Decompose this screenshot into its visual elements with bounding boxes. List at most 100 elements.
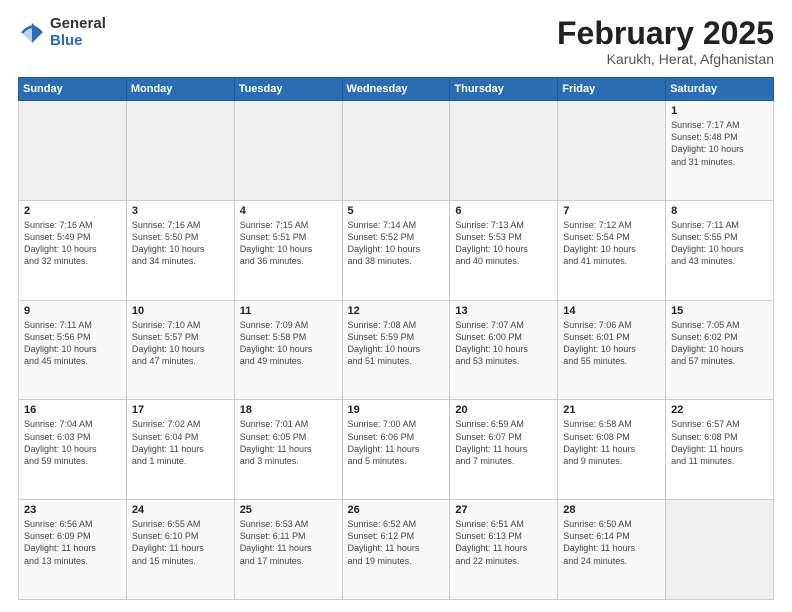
calendar-cell xyxy=(19,101,127,201)
weekday-header-tuesday: Tuesday xyxy=(234,78,342,101)
day-number: 18 xyxy=(240,404,337,416)
day-info: Sunrise: 7:04 AM Sunset: 6:03 PM Dayligh… xyxy=(24,418,121,467)
calendar-cell: 13Sunrise: 7:07 AM Sunset: 6:00 PM Dayli… xyxy=(450,300,558,400)
day-number: 23 xyxy=(24,504,121,516)
calendar-cell xyxy=(666,500,774,600)
day-number: 12 xyxy=(348,305,445,317)
day-info: Sunrise: 6:59 AM Sunset: 6:07 PM Dayligh… xyxy=(455,418,552,467)
day-number: 24 xyxy=(132,504,229,516)
day-number: 7 xyxy=(563,205,660,217)
day-number: 16 xyxy=(24,404,121,416)
day-info: Sunrise: 7:09 AM Sunset: 5:58 PM Dayligh… xyxy=(240,319,337,368)
calendar-cell: 9 Sunrise: 7:11 AM Sunset: 5:56 PM Daylig… xyxy=(19,300,127,400)
calendar-cell: 11 Sunrise: 7:09 AM Sunset: 5:58 PM Dayli… xyxy=(234,300,342,400)
calendar-cell: 16 Sunrise: 7:04 AM Sunset: 6:03 PM Dayli… xyxy=(19,400,127,500)
day-info: Sunrise: 7:05 AM Sunset: 6:02 PM Dayligh… xyxy=(671,319,768,368)
weekday-header-wednesday: Wednesday xyxy=(342,78,450,101)
weekday-header-friday: Friday xyxy=(558,78,666,101)
calendar-page: General Blue February 2025 Karukh, Herat… xyxy=(0,0,792,612)
day-number: 25 xyxy=(240,504,337,516)
day-info: Sunrise: 7:12 AM Sunset: 5:54 PM Dayligh… xyxy=(563,219,660,268)
calendar-cell: 15 Sunrise: 7:05 AM Sunset: 6:02 PM Dayli… xyxy=(666,300,774,400)
day-info: Sunrise: 6:53 AM Sunset: 6:11 PM Dayligh… xyxy=(240,518,337,567)
day-info: Sunrise: 7:00 AM Sunset: 6:06 PM Dayligh… xyxy=(348,418,445,467)
title-block: February 2025 Karukh, Herat, Afghanistan xyxy=(557,16,774,67)
weekday-header-thursday: Thursday xyxy=(450,78,558,101)
day-info: Sunrise: 7:13 AM Sunset: 5:53 PM Dayligh… xyxy=(455,219,552,268)
calendar-cell: 17 Sunrise: 7:02 AM Sunset: 6:04 PM Dayli… xyxy=(126,400,234,500)
day-info: Sunrise: 6:57 AM Sunset: 6:08 PM Dayligh… xyxy=(671,418,768,467)
week-row-3: 9 Sunrise: 7:11 AM Sunset: 5:56 PM Daylig… xyxy=(19,300,774,400)
day-info: Sunrise: 7:11 AM Sunset: 5:56 PM Dayligh… xyxy=(24,319,121,368)
day-info: Sunrise: 6:52 AM Sunset: 6:12 PM Dayligh… xyxy=(348,518,445,567)
day-number: 28 xyxy=(563,504,660,516)
logo-icon xyxy=(18,19,46,47)
calendar-cell: 7 Sunrise: 7:12 AM Sunset: 5:54 PM Daylig… xyxy=(558,200,666,300)
calendar-cell: 20 Sunrise: 6:59 AM Sunset: 6:07 PM Dayli… xyxy=(450,400,558,500)
calendar-cell: 3 Sunrise: 7:16 AM Sunset: 5:50 PM Daylig… xyxy=(126,200,234,300)
calendar-cell: 10 Sunrise: 7:10 AM Sunset: 5:57 PM Dayli… xyxy=(126,300,234,400)
calendar-table: SundayMondayTuesdayWednesdayThursdayFrid… xyxy=(18,77,774,600)
day-info: Sunrise: 6:58 AM Sunset: 6:08 PM Dayligh… xyxy=(563,418,660,467)
day-info: Sunrise: 7:17 AM Sunset: 5:48 PM Dayligh… xyxy=(671,119,768,168)
day-number: 27 xyxy=(455,504,552,516)
day-number: 22 xyxy=(671,404,768,416)
day-number: 3 xyxy=(132,205,229,217)
week-row-2: 2Sunrise: 7:16 AM Sunset: 5:49 PM Daylig… xyxy=(19,200,774,300)
day-info: Sunrise: 7:02 AM Sunset: 6:04 PM Dayligh… xyxy=(132,418,229,467)
day-info: Sunrise: 7:06 AM Sunset: 6:01 PM Dayligh… xyxy=(563,319,660,368)
location-title: Karukh, Herat, Afghanistan xyxy=(557,51,774,67)
weekday-header-row: SundayMondayTuesdayWednesdayThursdayFrid… xyxy=(19,78,774,101)
day-number: 15 xyxy=(671,305,768,317)
day-info: Sunrise: 6:55 AM Sunset: 6:10 PM Dayligh… xyxy=(132,518,229,567)
day-info: Sunrise: 7:15 AM Sunset: 5:51 PM Dayligh… xyxy=(240,219,337,268)
day-info: Sunrise: 7:07 AM Sunset: 6:00 PM Dayligh… xyxy=(455,319,552,368)
week-row-1: 1 Sunrise: 7:17 AM Sunset: 5:48 PM Daylig… xyxy=(19,101,774,201)
weekday-header-monday: Monday xyxy=(126,78,234,101)
calendar-cell: 18 Sunrise: 7:01 AM Sunset: 6:05 PM Dayli… xyxy=(234,400,342,500)
day-info: Sunrise: 7:14 AM Sunset: 5:52 PM Dayligh… xyxy=(348,219,445,268)
day-number: 20 xyxy=(455,404,552,416)
day-info: Sunrise: 7:01 AM Sunset: 6:05 PM Dayligh… xyxy=(240,418,337,467)
calendar-cell: 8 Sunrise: 7:11 AM Sunset: 5:55 PM Daylig… xyxy=(666,200,774,300)
calendar-cell: 25 Sunrise: 6:53 AM Sunset: 6:11 PM Dayli… xyxy=(234,500,342,600)
calendar-cell: 4 Sunrise: 7:15 AM Sunset: 5:51 PM Daylig… xyxy=(234,200,342,300)
calendar-cell: 27 Sunrise: 6:51 AM Sunset: 6:13 PM Dayli… xyxy=(450,500,558,600)
calendar-cell: 5Sunrise: 7:14 AM Sunset: 5:52 PM Daylig… xyxy=(342,200,450,300)
logo-blue-text: Blue xyxy=(50,33,106,50)
day-info: Sunrise: 6:51 AM Sunset: 6:13 PM Dayligh… xyxy=(455,518,552,567)
day-info: Sunrise: 7:10 AM Sunset: 5:57 PM Dayligh… xyxy=(132,319,229,368)
calendar-cell: 6 Sunrise: 7:13 AM Sunset: 5:53 PM Daylig… xyxy=(450,200,558,300)
week-row-5: 23 Sunrise: 6:56 AM Sunset: 6:09 PM Dayli… xyxy=(19,500,774,600)
day-number: 19 xyxy=(348,404,445,416)
calendar-cell: 28 Sunrise: 6:50 AM Sunset: 6:14 PM Dayli… xyxy=(558,500,666,600)
day-number: 9 xyxy=(24,305,121,317)
day-info: Sunrise: 7:11 AM Sunset: 5:55 PM Dayligh… xyxy=(671,219,768,268)
calendar-cell: 26Sunrise: 6:52 AM Sunset: 6:12 PM Dayli… xyxy=(342,500,450,600)
day-number: 11 xyxy=(240,305,337,317)
calendar-cell xyxy=(342,101,450,201)
day-number: 1 xyxy=(671,105,768,117)
day-info: Sunrise: 6:56 AM Sunset: 6:09 PM Dayligh… xyxy=(24,518,121,567)
calendar-cell xyxy=(126,101,234,201)
day-number: 21 xyxy=(563,404,660,416)
calendar-cell: 24 Sunrise: 6:55 AM Sunset: 6:10 PM Dayli… xyxy=(126,500,234,600)
week-row-4: 16 Sunrise: 7:04 AM Sunset: 6:03 PM Dayli… xyxy=(19,400,774,500)
calendar-cell: 21 Sunrise: 6:58 AM Sunset: 6:08 PM Dayli… xyxy=(558,400,666,500)
calendar-cell: 2Sunrise: 7:16 AM Sunset: 5:49 PM Daylig… xyxy=(19,200,127,300)
day-info: Sunrise: 7:16 AM Sunset: 5:50 PM Dayligh… xyxy=(132,219,229,268)
logo: General Blue xyxy=(18,16,106,49)
day-info: Sunrise: 6:50 AM Sunset: 6:14 PM Dayligh… xyxy=(563,518,660,567)
calendar-cell: 1 Sunrise: 7:17 AM Sunset: 5:48 PM Daylig… xyxy=(666,101,774,201)
day-info: Sunrise: 7:08 AM Sunset: 5:59 PM Dayligh… xyxy=(348,319,445,368)
day-number: 10 xyxy=(132,305,229,317)
header: General Blue February 2025 Karukh, Herat… xyxy=(18,16,774,67)
logo-general-text: General xyxy=(50,16,106,33)
calendar-cell xyxy=(234,101,342,201)
day-number: 4 xyxy=(240,205,337,217)
day-info: Sunrise: 7:16 AM Sunset: 5:49 PM Dayligh… xyxy=(24,219,121,268)
calendar-cell xyxy=(558,101,666,201)
day-number: 6 xyxy=(455,205,552,217)
day-number: 17 xyxy=(132,404,229,416)
day-number: 8 xyxy=(671,205,768,217)
